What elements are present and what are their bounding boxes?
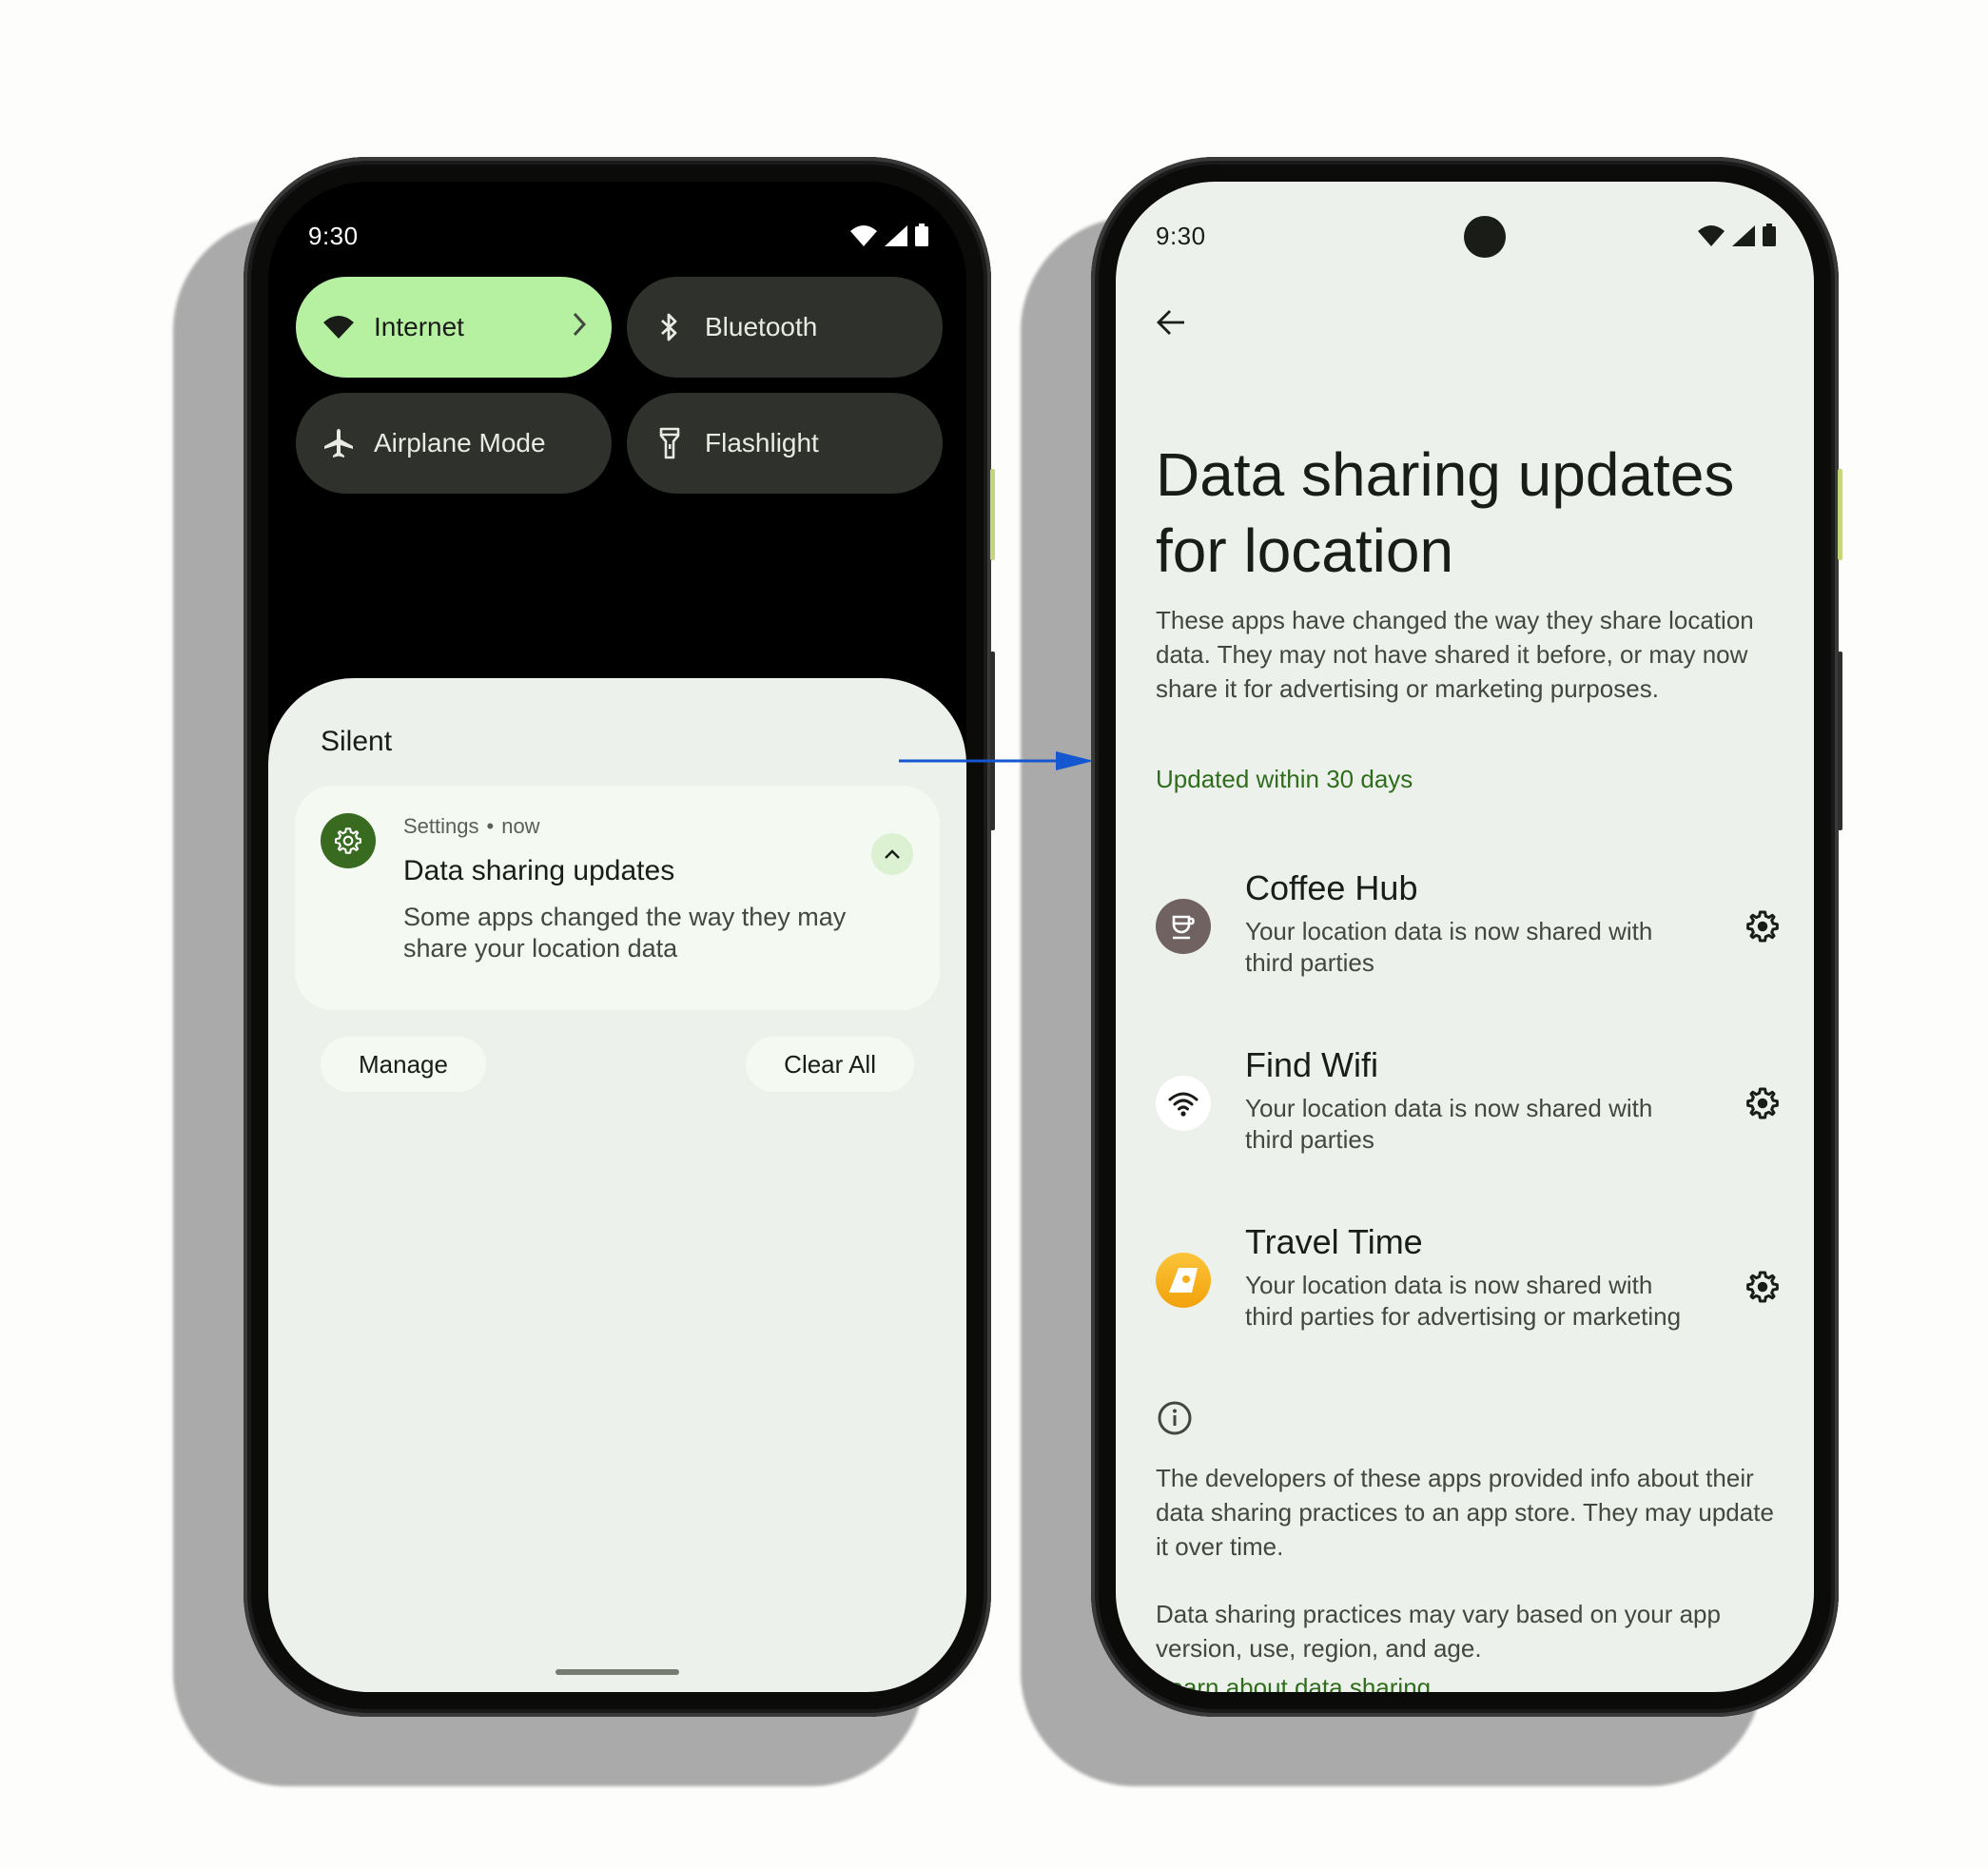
footer-paragraph-2: Data sharing practices may vary based on… bbox=[1156, 1600, 1721, 1663]
side-button-accent bbox=[990, 469, 995, 560]
camera-cutout bbox=[1464, 216, 1506, 258]
signal-icon bbox=[885, 225, 907, 246]
app-description: Your location data is now shared with th… bbox=[1245, 1271, 1682, 1331]
status-icons bbox=[850, 224, 928, 246]
wifi-icon bbox=[1156, 1076, 1211, 1131]
learn-more-link[interactable]: Learn about data sharing bbox=[1156, 1673, 1431, 1692]
notification-app: Settings bbox=[403, 814, 479, 838]
battery-icon bbox=[1763, 224, 1776, 246]
transition-arrow bbox=[899, 751, 1094, 770]
gear-icon bbox=[1746, 910, 1779, 943]
arrow-back-icon bbox=[1157, 310, 1184, 335]
notification-shade: Silent Settings • now Data sharing updates… bbox=[268, 678, 966, 1692]
coffee-cup-icon bbox=[1156, 899, 1211, 954]
signal-icon bbox=[1732, 225, 1755, 246]
travel-icon bbox=[1156, 1253, 1211, 1308]
app-description: Your location data is now shared with th… bbox=[1245, 1094, 1653, 1154]
flashlight-icon bbox=[653, 427, 686, 459]
gear-icon bbox=[1746, 1087, 1779, 1119]
app-name: Travel Time bbox=[1245, 1222, 1423, 1261]
status-bar: 9:30 bbox=[1116, 182, 1814, 267]
page-title: Data sharing updates for location bbox=[1156, 440, 1735, 585]
notification-meta: Settings • now bbox=[403, 814, 540, 839]
right-screen: 9:30 Data sharing updates for location T… bbox=[1116, 182, 1814, 1692]
app-row-travel-time[interactable]: Travel Time Your location data is now sh… bbox=[1156, 1222, 1783, 1384]
tile-label: Bluetooth bbox=[705, 312, 818, 341]
notification-title: Data sharing updates bbox=[403, 855, 675, 886]
wifi-icon bbox=[850, 225, 877, 246]
app-settings-button[interactable] bbox=[1742, 1082, 1783, 1124]
separator-dot: • bbox=[486, 814, 495, 838]
back-button[interactable] bbox=[1152, 303, 1190, 341]
status-time: 9:30 bbox=[308, 222, 359, 250]
left-screen: 9:30 Internet Bluetooth Airplane Mode Fl… bbox=[268, 182, 966, 1692]
battery-icon bbox=[915, 224, 928, 246]
right-phone: 9:30 Data sharing updates for location T… bbox=[1091, 157, 1842, 1717]
info-icon bbox=[1158, 1401, 1192, 1435]
tile-label: Flashlight bbox=[705, 428, 819, 457]
gear-icon bbox=[1746, 1271, 1779, 1303]
tile-label: Airplane Mode bbox=[374, 428, 546, 457]
gear-icon bbox=[321, 813, 376, 868]
app-name: Find Wifi bbox=[1245, 1045, 1379, 1084]
bluetooth-icon bbox=[653, 311, 686, 343]
side-button-accent bbox=[1838, 469, 1842, 560]
notification-card[interactable]: Settings • now Data sharing updates Some a… bbox=[295, 786, 940, 1010]
tile-airplane-mode[interactable]: Airplane Mode bbox=[296, 393, 612, 494]
app-row-coffee-hub[interactable]: Coffee Hub Your location data is now sha… bbox=[1156, 868, 1783, 992]
footer-paragraph-1: The developers of these apps provided in… bbox=[1156, 1464, 1774, 1561]
app-settings-button[interactable] bbox=[1742, 905, 1783, 947]
notification-time: now bbox=[501, 814, 540, 838]
section-title-silent: Silent bbox=[321, 726, 393, 757]
status-icons bbox=[1698, 224, 1776, 246]
home-indicator[interactable] bbox=[555, 1669, 679, 1675]
page-description: These apps have changed the way they sha… bbox=[1156, 606, 1754, 703]
app-name: Coffee Hub bbox=[1245, 868, 1418, 907]
side-button-volume bbox=[1838, 652, 1842, 830]
tile-flashlight[interactable]: Flashlight bbox=[627, 393, 943, 494]
app-settings-button[interactable] bbox=[1742, 1266, 1783, 1308]
tile-internet[interactable]: Internet bbox=[296, 277, 612, 378]
collapse-button[interactable] bbox=[871, 833, 913, 875]
status-bar: 9:30 bbox=[268, 182, 966, 267]
airplane-icon bbox=[322, 427, 355, 459]
wifi-icon bbox=[1698, 225, 1725, 246]
tile-label: Internet bbox=[374, 312, 464, 341]
manage-button[interactable]: Manage bbox=[321, 1037, 486, 1092]
app-row-find-wifi[interactable]: Find Wifi Your location data is now shar… bbox=[1156, 1045, 1783, 1169]
notification-body: Some apps changed the way they may share… bbox=[403, 903, 847, 963]
chevron-up-icon bbox=[885, 849, 900, 859]
quick-settings-tiles: Internet Bluetooth Airplane Mode Flashli… bbox=[296, 277, 943, 494]
side-button-volume bbox=[990, 652, 995, 830]
left-phone: 9:30 Internet Bluetooth Airplane Mode Fl… bbox=[244, 157, 995, 1717]
app-description: Your location data is now shared with th… bbox=[1245, 917, 1653, 977]
tile-bluetooth[interactable]: Bluetooth bbox=[627, 277, 943, 378]
chevron-right-icon[interactable] bbox=[572, 311, 587, 342]
section-label: Updated within 30 days bbox=[1156, 765, 1413, 793]
clear-all-button[interactable]: Clear All bbox=[746, 1037, 914, 1092]
status-time: 9:30 bbox=[1156, 222, 1206, 250]
wifi-icon bbox=[322, 311, 355, 343]
